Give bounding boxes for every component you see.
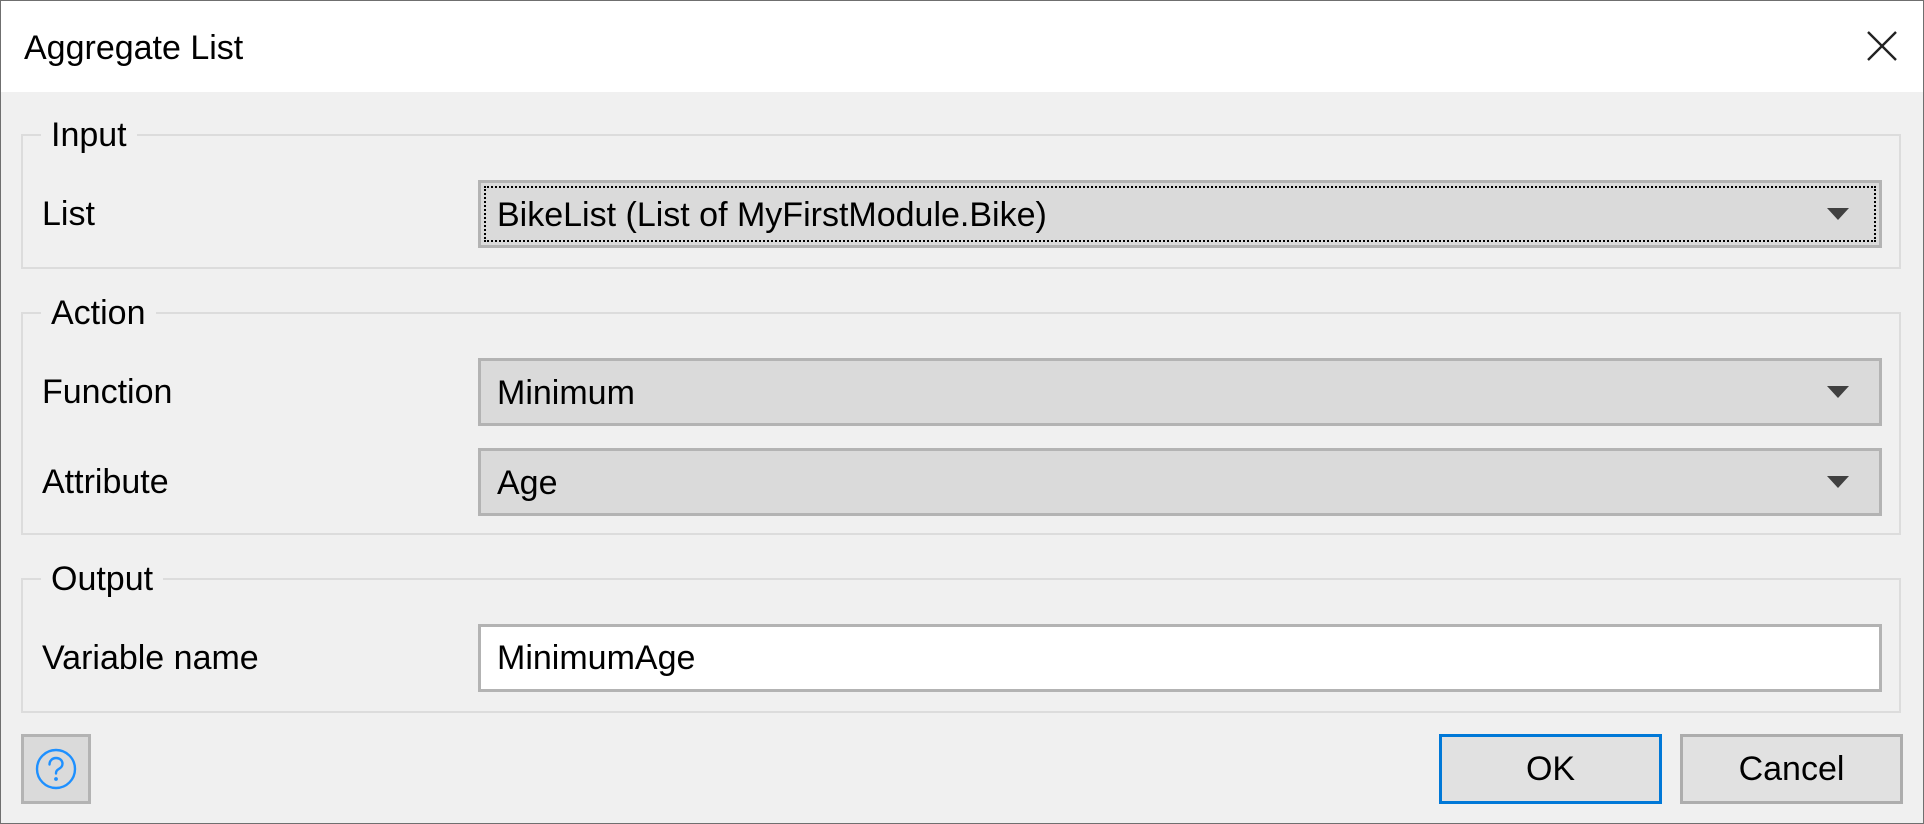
close-icon — [1867, 31, 1897, 61]
chevron-down-icon — [1827, 476, 1849, 488]
help-button[interactable] — [21, 734, 91, 804]
title-bar: Aggregate List — [1, 1, 1923, 92]
function-label: Function — [42, 373, 173, 411]
attribute-dropdown[interactable]: Age — [478, 448, 1882, 516]
list-dropdown-value: BikeList (List of MyFirstModule.Bike) — [497, 196, 1047, 234]
variable-name-label: Variable name — [42, 639, 259, 677]
chevron-down-icon — [1827, 208, 1849, 220]
attribute-label: Attribute — [42, 463, 169, 501]
aggregate-list-dialog: Aggregate List Input List BikeList (List… — [0, 0, 1924, 824]
variable-name-input[interactable] — [478, 624, 1882, 692]
list-dropdown[interactable]: BikeList (List of MyFirstModule.Bike) — [478, 180, 1882, 248]
dialog-title: Aggregate List — [24, 29, 244, 67]
question-circle-icon — [35, 748, 77, 790]
list-label: List — [42, 195, 95, 233]
attribute-dropdown-value: Age — [497, 464, 558, 502]
output-group-legend: Output — [51, 560, 154, 598]
cancel-button[interactable]: Cancel — [1680, 734, 1903, 804]
chevron-down-icon — [1827, 386, 1849, 398]
input-group-legend: Input — [51, 116, 127, 154]
function-dropdown[interactable]: Minimum — [478, 358, 1882, 426]
action-group-legend: Action — [51, 294, 146, 332]
close-button[interactable] — [1853, 17, 1911, 75]
ok-button[interactable]: OK — [1439, 734, 1662, 804]
function-dropdown-value: Minimum — [497, 374, 635, 412]
